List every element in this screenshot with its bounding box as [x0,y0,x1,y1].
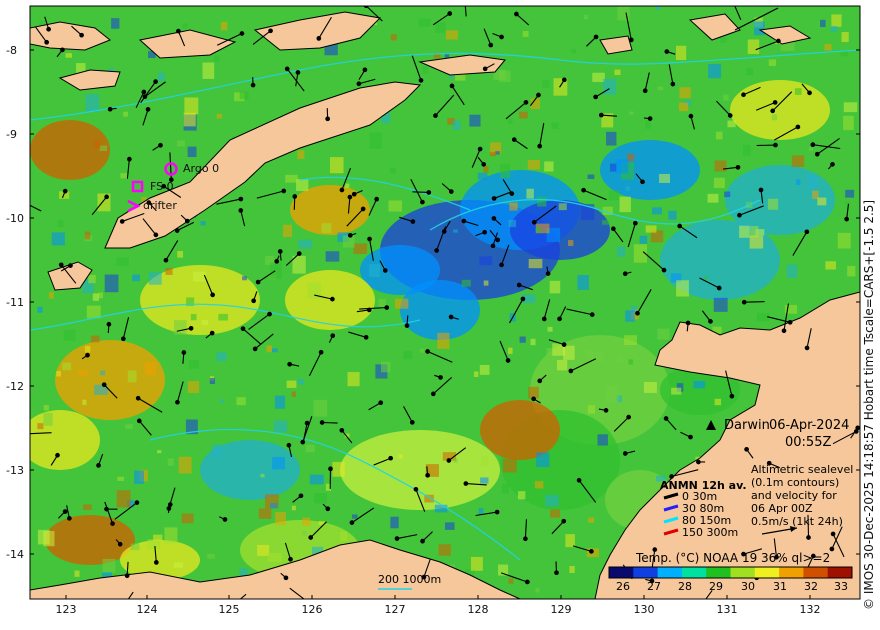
date-label: 06-Apr-2024 [769,418,850,433]
altimetry-note-line: 0.5m/s (1kt 24h) [751,515,843,528]
lon-tick-label: 125 [218,603,240,616]
colorbar-tick: 27 [647,580,661,593]
lat-tick-label: -9 [6,128,17,141]
altimetry-note-line: 06 Apr 00Z [751,502,813,515]
lon-tick-label: 124 [136,603,158,616]
lon-tick-label: 131 [716,603,738,616]
lat-tick-label: -14 [6,548,24,561]
lon-tick-label: 126 [301,603,323,616]
altimetry-note-line: and velocity for [751,489,837,502]
altimetry-note-line: Altimetric sealevel [751,463,854,476]
fs-label: FS 0 [150,180,174,193]
altimetry-note-line: (0.1m contours) [751,476,840,489]
lon-tick-label: 127 [384,603,406,616]
colorbar-tick: 28 [678,580,692,593]
lon-tick-label: 128 [467,603,489,616]
colorbar-tick: 26 [616,580,630,593]
lat-tick-label: -10 [6,212,24,225]
drifter-label: drifter [143,199,177,212]
colorbar-tick: 33 [834,580,848,593]
temperature-colorbar [608,566,853,579]
anmn-legend-item: 150 300m [682,526,739,539]
sst-map [0,0,880,630]
colorbar-tick: 29 [709,580,723,593]
time-label: 00:55Z [785,435,832,450]
darwin-label: Darwin [724,418,770,433]
depth-legend-label: 200 1000m [378,573,442,586]
colorbar-tick: 30 [741,580,755,593]
colorbar-tick: 31 [773,580,787,593]
lon-tick-label: 123 [55,603,77,616]
lon-tick-label: 130 [633,603,655,616]
lat-tick-label: -13 [6,464,24,477]
lat-tick-label: -11 [6,296,24,309]
lat-tick-label: -8 [6,44,17,57]
lon-tick-label: 129 [550,603,572,616]
lon-tick-label: 132 [799,603,821,616]
colorbar-tick: 32 [804,580,818,593]
colorbar-title: Temp. (°C) NOAA 19 36% ql>=2 [636,551,831,565]
lat-tick-label: -12 [6,380,24,393]
copyright-note: © IMOS 30-Dec-2025 14:18:57 Hobart time … [862,199,876,610]
argo-label: Argo 0 [183,162,220,175]
